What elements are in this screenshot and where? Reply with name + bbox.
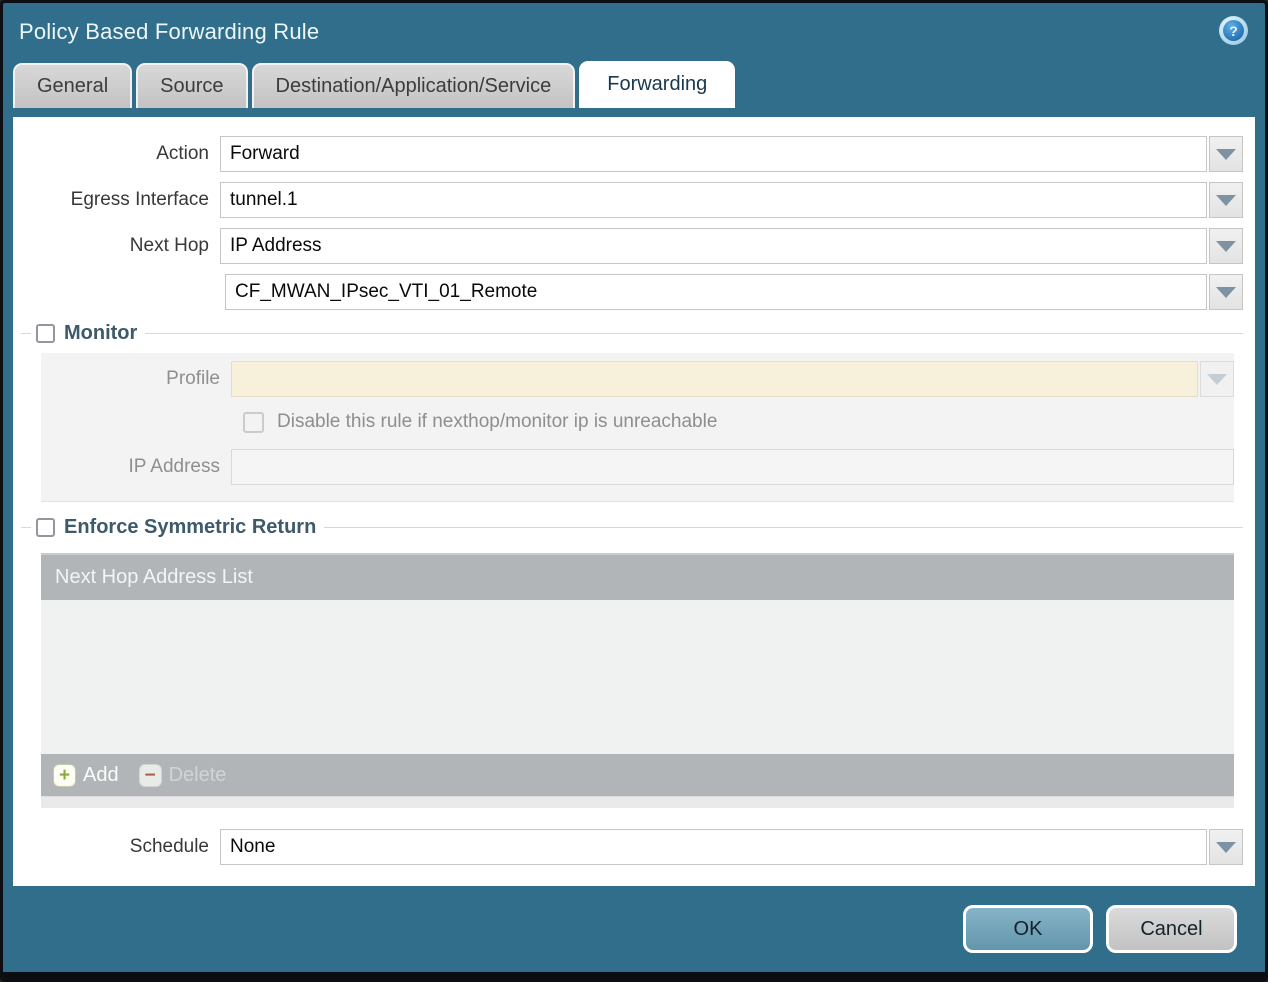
profile-input	[231, 361, 1198, 397]
chevron-down-icon	[1207, 373, 1227, 385]
disable-rule-label: Disable this rule if nexthop/monitor ip …	[277, 411, 718, 432]
tab-forwarding-label: Forwarding	[607, 72, 708, 95]
next-hop-address-input[interactable]: CF_MWAN_IPsec_VTI_01_Remote	[225, 274, 1207, 310]
policy-based-forwarding-dialog: Policy Based Forwarding Rule ? General S…	[0, 0, 1268, 982]
next-hop-address-list-header-label: Next Hop Address List	[55, 566, 253, 588]
action-label: Action	[156, 143, 209, 164]
action-input[interactable]: Forward	[220, 136, 1207, 172]
chevron-down-icon	[1216, 194, 1236, 206]
plus-icon: +	[53, 763, 76, 787]
symmetric-return-group-header: Enforce Symmetric Return	[21, 515, 1243, 539]
monitor-group-title: Monitor	[64, 321, 138, 344]
next-hop-type-dropdown-button[interactable]	[1209, 228, 1243, 264]
dialog-footer: OK Cancel	[3, 880, 1265, 979]
schedule-combo: None	[220, 829, 1243, 865]
next-hop-address-list-body[interactable]	[41, 600, 1234, 754]
monitor-ip-address-label: IP Address	[128, 456, 220, 477]
next-hop-address-combo: CF_MWAN_IPsec_VTI_01_Remote	[225, 274, 1243, 310]
action-combo: Forward	[220, 136, 1243, 172]
monitor-group-header: Monitor	[21, 321, 1243, 345]
dialog-titlebar: Policy Based Forwarding Rule	[3, 3, 1265, 61]
profile-label: Profile	[166, 368, 220, 389]
profile-row: Profile	[41, 361, 1234, 397]
delete-button: − Delete	[138, 763, 227, 787]
next-hop-label: Next Hop	[129, 235, 209, 256]
monitor-checkbox[interactable]	[36, 323, 55, 343]
dialog-title: Policy Based Forwarding Rule	[19, 19, 320, 44]
symmetric-return-checkbox[interactable]	[36, 517, 55, 537]
disable-rule-row: Disable this rule if nexthop/monitor ip …	[243, 409, 1234, 435]
monitor-panel: Profile Disable this rule if nexthop/mon…	[41, 353, 1234, 502]
disable-rule-checkbox	[243, 411, 264, 433]
tab-forwarding[interactable]: Forwarding	[579, 61, 736, 108]
cancel-button[interactable]: Cancel	[1106, 905, 1237, 953]
next-hop-type-combo: IP Address	[220, 228, 1243, 264]
egress-interface-dropdown-button[interactable]	[1209, 182, 1243, 218]
help-icon-glyph: ?	[1223, 20, 1244, 41]
monitor-ip-address-row: IP Address	[41, 449, 1234, 485]
egress-interface-label: Egress Interface	[70, 189, 209, 210]
schedule-input[interactable]: None	[220, 829, 1207, 865]
chevron-down-icon	[1216, 841, 1236, 853]
monitor-ip-address-input	[231, 449, 1234, 485]
delete-button-label: Delete	[168, 763, 227, 786]
tab-bar: General Source Destination/Application/S…	[3, 61, 1265, 108]
list-scrollbar-track	[41, 796, 1234, 808]
forwarding-tab-panel: Action Forward Egress Interface tunnel.1…	[13, 117, 1255, 886]
next-hop-row: Next Hop IP Address	[21, 228, 1243, 264]
tab-general-label: General	[37, 74, 109, 97]
next-hop-address-list-toolbar: + Add − Delete	[41, 754, 1234, 796]
chevron-down-icon	[1216, 148, 1236, 160]
chevron-down-icon	[1216, 286, 1236, 298]
dialog-bottom-edge	[3, 972, 1265, 979]
action-dropdown-button[interactable]	[1209, 136, 1243, 172]
tab-destination-label: Destination/Application/Service	[275, 74, 552, 97]
egress-interface-row: Egress Interface tunnel.1	[21, 182, 1243, 218]
schedule-row: Schedule None	[21, 829, 1243, 865]
ok-button[interactable]: OK	[963, 905, 1093, 953]
next-hop-address-dropdown-button[interactable]	[1209, 274, 1243, 310]
action-row: Action Forward	[21, 136, 1243, 172]
minus-icon: −	[138, 763, 162, 787]
next-hop-address-list: Next Hop Address List + Add − Delete	[41, 553, 1234, 808]
next-hop-type-input[interactable]: IP Address	[220, 228, 1207, 264]
schedule-dropdown-button[interactable]	[1209, 829, 1243, 865]
next-hop-address-list-header: Next Hop Address List	[41, 553, 1234, 600]
symmetric-return-group-title: Enforce Symmetric Return	[64, 515, 317, 538]
add-button-label: Add	[83, 763, 119, 786]
help-icon[interactable]: ?	[1219, 16, 1248, 45]
egress-interface-input[interactable]: tunnel.1	[220, 182, 1207, 218]
tab-destination-application-service[interactable]: Destination/Application/Service	[251, 63, 576, 108]
next-hop-address-row: CF_MWAN_IPsec_VTI_01_Remote	[21, 274, 1243, 310]
egress-interface-combo: tunnel.1	[220, 182, 1243, 218]
tab-source-label: Source	[160, 74, 224, 97]
profile-dropdown-button	[1200, 361, 1234, 397]
tab-source[interactable]: Source	[136, 63, 248, 108]
schedule-label: Schedule	[129, 836, 209, 857]
tab-general[interactable]: General	[13, 63, 133, 108]
chevron-down-icon	[1216, 240, 1236, 252]
add-button[interactable]: + Add	[53, 763, 119, 787]
profile-combo	[231, 361, 1234, 397]
